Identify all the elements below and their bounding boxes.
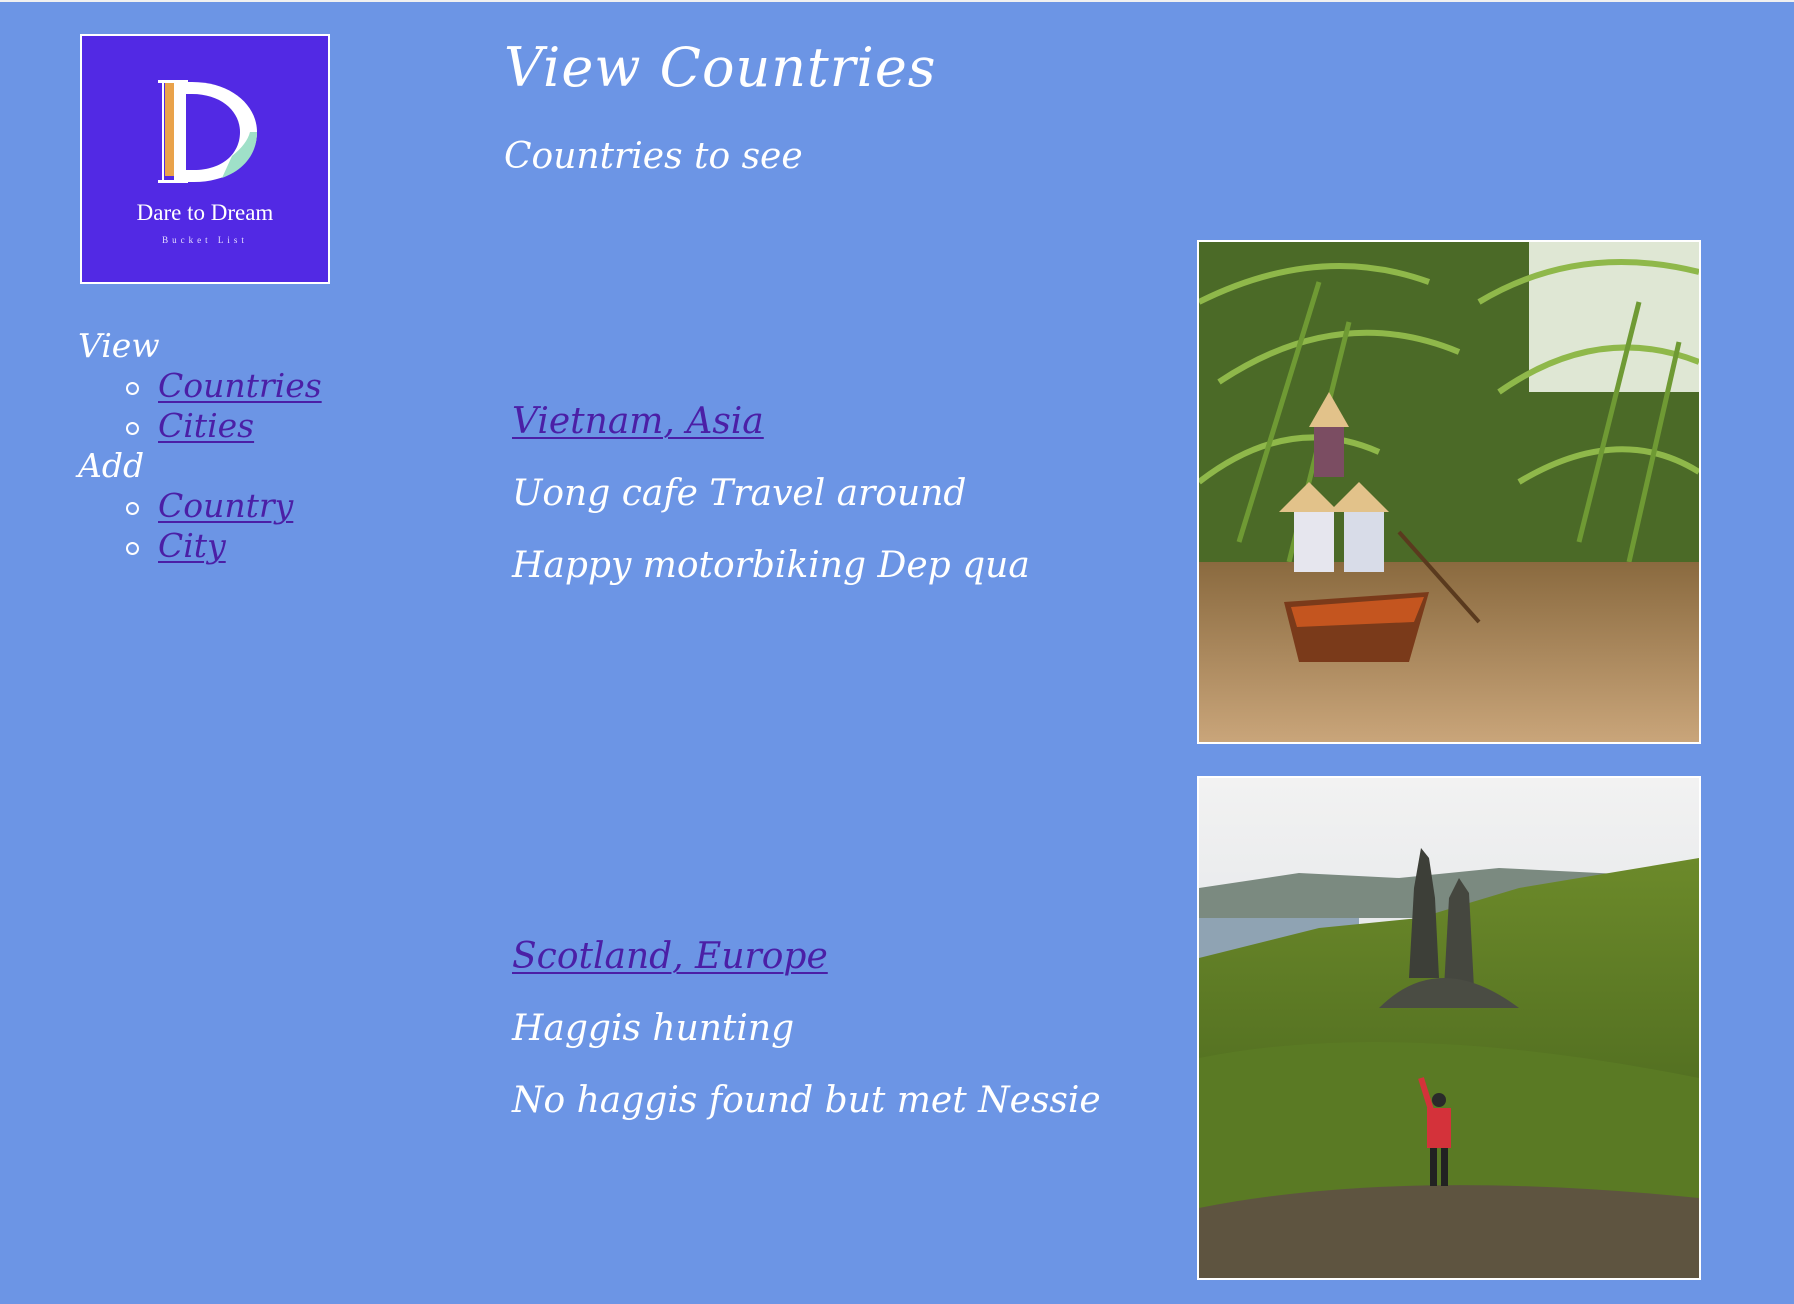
logo-name: Dare to Dream (136, 200, 274, 225)
nav-item-country: Country (126, 486, 322, 526)
d-monogram-icon (158, 80, 257, 183)
country-link[interactable]: Vietnam, Asia (512, 400, 1132, 444)
add-country-link[interactable]: Country (158, 486, 293, 525)
nav-item-cities: Cities (126, 406, 322, 446)
site-logo[interactable]: Dare to Dream Bucket List (80, 34, 330, 284)
country-entry: Scotland, Europe Haggis hunting No haggi… (512, 935, 1132, 1123)
country-link[interactable]: Scotland, Europe (512, 935, 1132, 979)
nav-heading-add: Add (78, 446, 145, 485)
page-subtitle: Countries to see (504, 136, 803, 177)
top-border (0, 0, 1794, 2)
add-city-link[interactable]: City (158, 526, 226, 565)
highland-photo (1197, 776, 1701, 1280)
nav-item-city: City (126, 526, 322, 566)
view-list: Countries Cities (78, 366, 322, 446)
country-note: No haggis found but met Nessie (512, 1080, 1101, 1121)
sidebar-nav: View Countries Cities Add Country City (78, 326, 322, 566)
cities-link[interactable]: Cities (158, 406, 254, 445)
nav-item-countries: Countries (126, 366, 322, 406)
country-note: Haggis hunting (512, 1008, 795, 1049)
logo-subtitle: Bucket List (162, 235, 248, 245)
page-title: View Countries (504, 36, 937, 99)
countries-link[interactable]: Countries (158, 366, 322, 405)
country-entry: Vietnam, Asia Uong cafe Travel around Ha… (512, 400, 1132, 588)
nav-heading-view: View (78, 326, 160, 365)
add-list: Country City (78, 486, 322, 566)
country-note: Happy motorbiking Dep qua (512, 545, 1030, 586)
river-boat-photo (1197, 240, 1701, 744)
country-note: Uong cafe Travel around (512, 473, 967, 514)
